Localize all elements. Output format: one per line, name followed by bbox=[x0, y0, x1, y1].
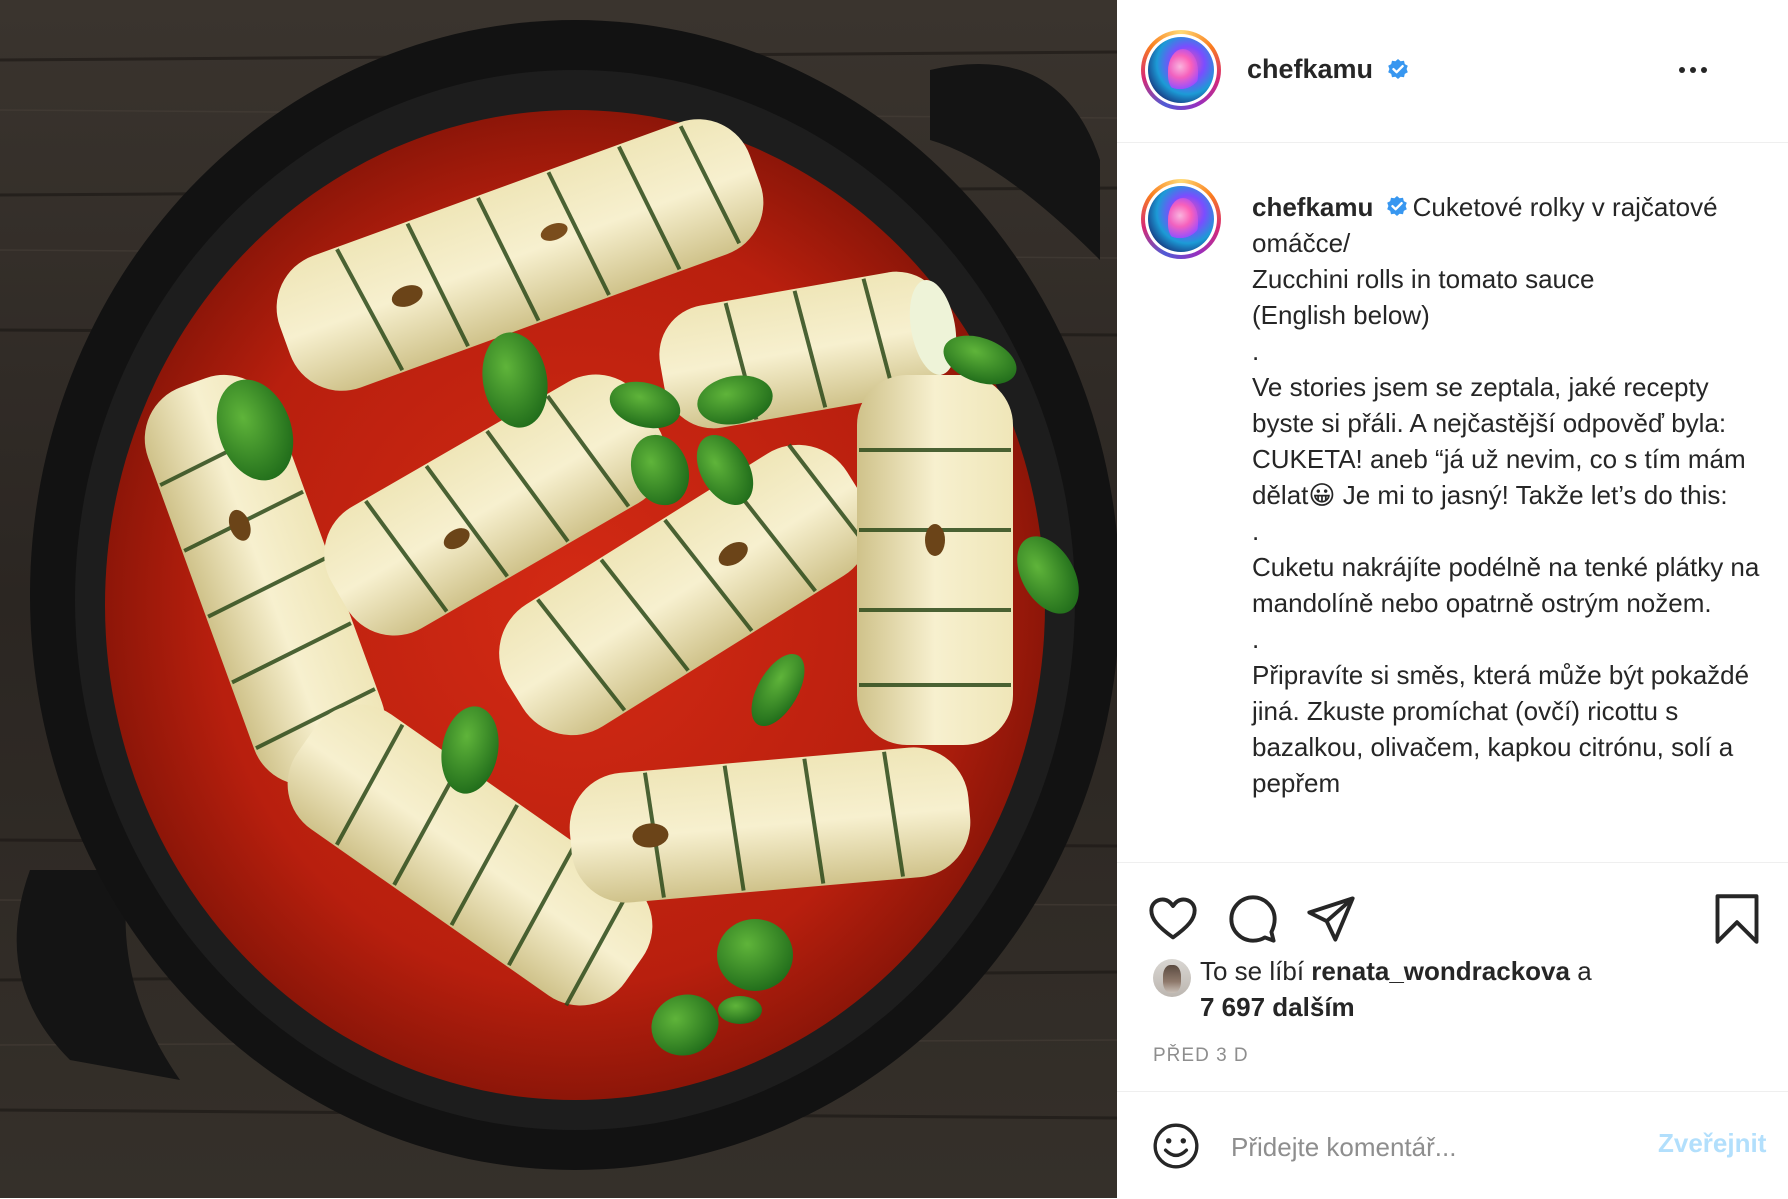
caption-author-avatar[interactable] bbox=[1141, 179, 1221, 259]
liker-username[interactable]: renata_wondrackova bbox=[1311, 956, 1570, 986]
smiley-icon[interactable] bbox=[1151, 1121, 1201, 1171]
caption-text: Cuketové rolky v rajčatové omáčce/ Zucch… bbox=[1252, 192, 1760, 798]
post-actions: To se líbí renata_wondrackova a 7 697 da… bbox=[1117, 862, 1788, 1093]
likes-line: To se líbí renata_wondrackova a bbox=[1200, 953, 1592, 989]
comment-icon[interactable] bbox=[1227, 893, 1279, 945]
post-side-panel: chefkamu chefkamu Cuketové rolky v rajča… bbox=[1117, 0, 1788, 1198]
heart-icon[interactable] bbox=[1147, 893, 1199, 945]
paper-plane-icon[interactable] bbox=[1305, 893, 1357, 945]
post-timestamp[interactable]: PŘED 3 D bbox=[1153, 1045, 1249, 1067]
post-caption: chefkamu Cuketové rolky v rajčatové omáč… bbox=[1252, 189, 1772, 801]
likes-count[interactable]: 7 697 dalším bbox=[1200, 989, 1355, 1025]
post-header: chefkamu bbox=[1117, 0, 1788, 143]
add-comment-bar: Zveřejnit bbox=[1117, 1091, 1788, 1199]
likes-connector: a bbox=[1577, 956, 1592, 986]
bookmark-icon[interactable] bbox=[1711, 893, 1763, 945]
caption-username[interactable]: chefkamu bbox=[1252, 192, 1373, 222]
caption-area: chefkamu Cuketové rolky v rajčatové omáč… bbox=[1117, 143, 1788, 861]
more-options-icon[interactable] bbox=[1673, 60, 1713, 80]
post-comment-button[interactable]: Zveřejnit bbox=[1658, 1128, 1766, 1159]
likes-prefix: To se líbí bbox=[1200, 956, 1305, 986]
verified-badge-icon bbox=[1388, 59, 1408, 79]
post-photo[interactable] bbox=[0, 0, 1117, 1198]
caption-verified-badge-icon bbox=[1386, 196, 1407, 216]
instagram-post: chefkamu chefkamu Cuketové rolky v rajča… bbox=[0, 0, 1788, 1198]
author-username[interactable]: chefkamu bbox=[1247, 54, 1373, 85]
comment-input[interactable] bbox=[1229, 1124, 1633, 1170]
author-avatar[interactable] bbox=[1141, 30, 1221, 110]
zucchini-rolls-photo bbox=[0, 0, 1117, 1198]
liker-avatar[interactable] bbox=[1153, 959, 1191, 997]
